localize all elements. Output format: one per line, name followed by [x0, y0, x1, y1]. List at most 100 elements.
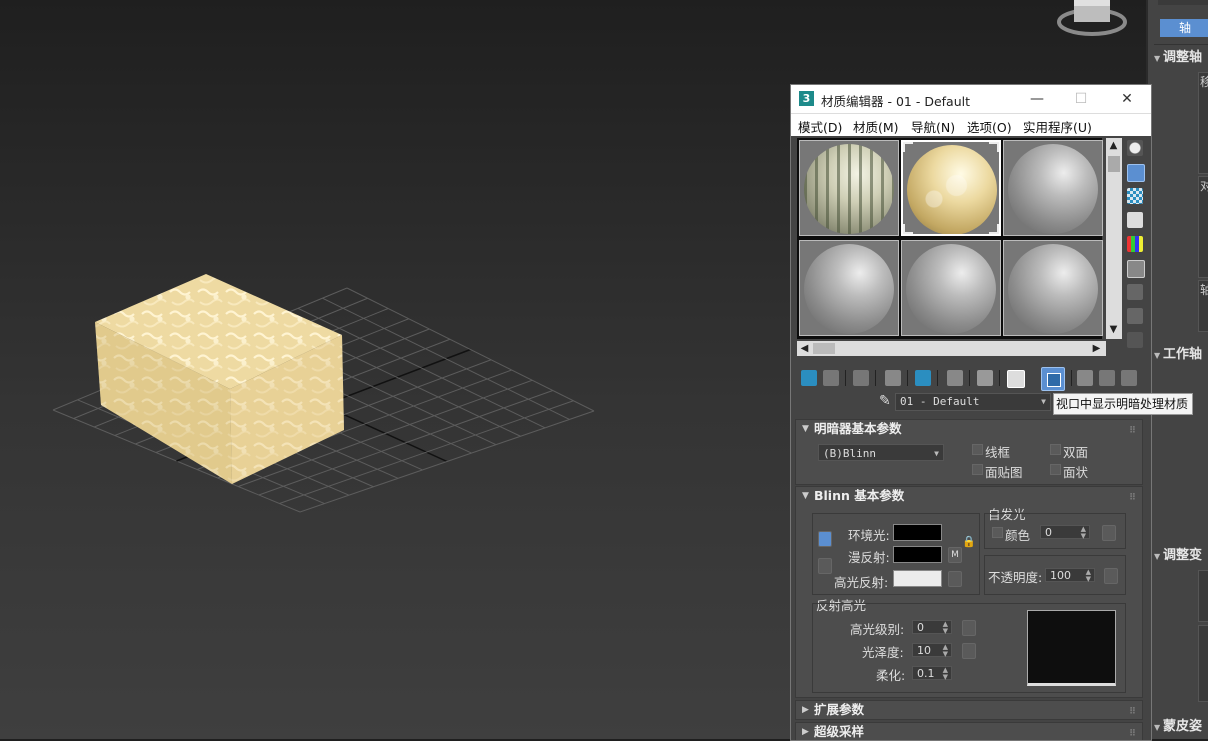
scroll-right-icon[interactable]: ▶ — [1089, 341, 1104, 356]
shader-type-dropdown[interactable]: (B)Blinn ▼ — [818, 444, 944, 461]
grid-line — [299, 410, 595, 513]
lock-icon[interactable]: 🔒 — [962, 535, 976, 549]
ambient-color-swatch[interactable] — [893, 524, 942, 541]
rollout-header[interactable]: ▶ 扩展参数 ⠿ — [796, 701, 1142, 719]
assign-material-icon[interactable] — [853, 370, 869, 386]
self-illum-map-button[interactable] — [1102, 525, 1116, 541]
options-icon[interactable] — [1127, 284, 1143, 300]
menu-options[interactable]: 选项(O) — [967, 117, 1012, 136]
toolbar-separator — [937, 370, 938, 386]
toolbar-separator — [845, 370, 846, 386]
menu-material[interactable]: 材质(M) — [853, 117, 899, 136]
shader-type-value: (B)Blinn — [823, 447, 876, 460]
rollout-title: 超级采样 — [814, 724, 865, 739]
toolbar-separator — [1071, 370, 1072, 386]
lock-ambient-diffuse-icon[interactable] — [818, 531, 832, 547]
reset-map-icon[interactable] — [885, 370, 901, 386]
tab-axis[interactable]: 轴 — [1160, 19, 1208, 37]
get-material-icon[interactable] — [801, 370, 817, 386]
self-illum-spinner[interactable]: 0 ▲ ▼ — [1040, 525, 1090, 540]
select-by-material-icon[interactable] — [1127, 308, 1143, 324]
scroll-thumb[interactable] — [1108, 156, 1120, 172]
sample-slot[interactable] — [799, 140, 899, 236]
rollout-header[interactable]: ▼ 明暗器基本参数 ⠿ — [796, 420, 1142, 438]
material-sphere — [906, 244, 996, 334]
section-skin-pose[interactable]: ▼ 蒙皮姿 — [1154, 718, 1208, 736]
soften-spinner[interactable]: 0.1 ▲ ▼ — [912, 666, 952, 681]
scroll-down-icon[interactable]: ▼ — [1106, 322, 1121, 337]
spec-level-spinner[interactable]: 0 ▲ ▼ — [912, 620, 952, 635]
spec-level-map-button[interactable] — [962, 620, 976, 636]
close-button[interactable]: ✕ — [1113, 88, 1141, 110]
sample-slot[interactable] — [1003, 140, 1103, 236]
sample-slot[interactable] — [799, 240, 899, 336]
wire-label: 线框 — [985, 445, 1011, 460]
slot-corner-marker — [989, 142, 999, 152]
section-adjust-pivot[interactable]: ▼ 调整轴 — [1154, 49, 1208, 67]
video-color-check-icon[interactable] — [1127, 236, 1143, 252]
soften-label: 柔化: — [876, 668, 906, 683]
face-map-checkbox[interactable] — [972, 464, 983, 475]
title-bar[interactable]: 3 材质编辑器 - 01 - Default — ☐ ✕ — [791, 85, 1151, 113]
window-title: 材质编辑器 - 01 - Default — [821, 94, 970, 109]
toolbar-separator — [969, 370, 970, 386]
show-end-result-icon[interactable] — [1077, 370, 1093, 386]
rollout-grip-icon: ⠿ — [1128, 493, 1136, 503]
material-id-channel-icon[interactable] — [977, 370, 993, 386]
sample-slot-selected[interactable] — [901, 140, 1001, 236]
scroll-up-icon[interactable]: ▲ — [1106, 138, 1121, 153]
faceted-checkbox[interactable] — [1050, 464, 1061, 475]
make-preview-icon[interactable] — [1127, 260, 1145, 278]
spinner-arrows-icon: ▲ ▼ — [942, 666, 948, 681]
glossiness-map-button[interactable] — [962, 643, 976, 659]
go-to-parent-icon[interactable] — [1099, 370, 1115, 386]
make-unique-icon[interactable] — [915, 370, 931, 386]
vertical-scrollbar[interactable]: ▲ ▼ — [1106, 138, 1122, 339]
self-illum-color-checkbox[interactable] — [992, 527, 1003, 538]
sample-slot[interactable] — [901, 240, 1001, 336]
opacity-label: 不透明度: — [988, 570, 1043, 585]
scroll-thumb[interactable] — [813, 343, 835, 354]
put-to-library-icon[interactable] — [947, 370, 963, 386]
rollout-header[interactable]: ▼ Blinn 基本参数 ⠿ — [796, 487, 1142, 505]
rollout-header[interactable]: ▶ 超级采样 ⠿ — [796, 723, 1142, 740]
backlight-icon[interactable] — [1127, 164, 1145, 182]
section-working-pivot[interactable]: ▼ 工作轴 — [1154, 346, 1208, 364]
diffuse-map-button[interactable]: M — [948, 547, 962, 563]
section-adjust-transform[interactable]: ▼ 调整变 — [1154, 547, 1208, 565]
diffuse-color-swatch[interactable] — [893, 546, 942, 563]
chevron-down-icon: ▼ — [1041, 397, 1046, 406]
sample-slot[interactable] — [1003, 240, 1103, 336]
diffuse-label: 漫反射: — [848, 550, 890, 565]
shader-basic-params-rollout: ▼ 明暗器基本参数 ⠿ (B)Blinn ▼ 线框 双面 面贴图 面状 — [795, 419, 1143, 485]
toolbar-separator — [907, 370, 908, 386]
wire-checkbox[interactable] — [972, 444, 983, 455]
scroll-left-icon[interactable]: ◀ — [797, 341, 812, 356]
menu-mode[interactable]: 模式(D) — [798, 117, 842, 136]
material-name-dropdown[interactable]: 01 - Default ▼ — [895, 393, 1051, 411]
horizontal-scrollbar[interactable]: ◀ ▶ — [797, 341, 1106, 356]
show-shaded-material-in-viewport-icon[interactable] — [1007, 370, 1025, 388]
specular-color-swatch[interactable] — [893, 570, 942, 587]
sample-type-icon[interactable] — [1127, 140, 1143, 156]
put-to-scene-icon[interactable] — [823, 370, 839, 386]
opacity-spinner[interactable]: 100 ▲ ▼ — [1045, 568, 1095, 583]
menu-utilities[interactable]: 实用程序(U) — [1023, 117, 1092, 136]
maximize-button[interactable]: ☐ — [1067, 88, 1095, 110]
extended-params-rollout[interactable]: ▶ 扩展参数 ⠿ — [795, 700, 1143, 720]
supersampling-rollout[interactable]: ▶ 超级采样 ⠿ — [795, 722, 1143, 740]
menu-navigation[interactable]: 导航(N) — [911, 117, 955, 136]
show-shaded-material-button[interactable] — [1041, 367, 1065, 391]
axis-label: 轴 — [1200, 283, 1208, 297]
lock-diffuse-specular-icon[interactable] — [818, 558, 832, 574]
material-sphere — [804, 244, 894, 334]
minimize-button[interactable]: — — [1023, 88, 1051, 110]
opacity-map-button[interactable] — [1104, 568, 1118, 584]
uv-tiling-icon[interactable] — [1127, 212, 1143, 228]
material-navigator-icon[interactable] — [1127, 332, 1143, 348]
two-sided-checkbox[interactable] — [1050, 444, 1061, 455]
go-forward-sibling-icon[interactable] — [1121, 370, 1137, 386]
glossiness-spinner[interactable]: 10 ▲ ▼ — [912, 643, 952, 658]
background-icon[interactable] — [1127, 188, 1143, 204]
specular-map-button[interactable] — [948, 571, 962, 587]
